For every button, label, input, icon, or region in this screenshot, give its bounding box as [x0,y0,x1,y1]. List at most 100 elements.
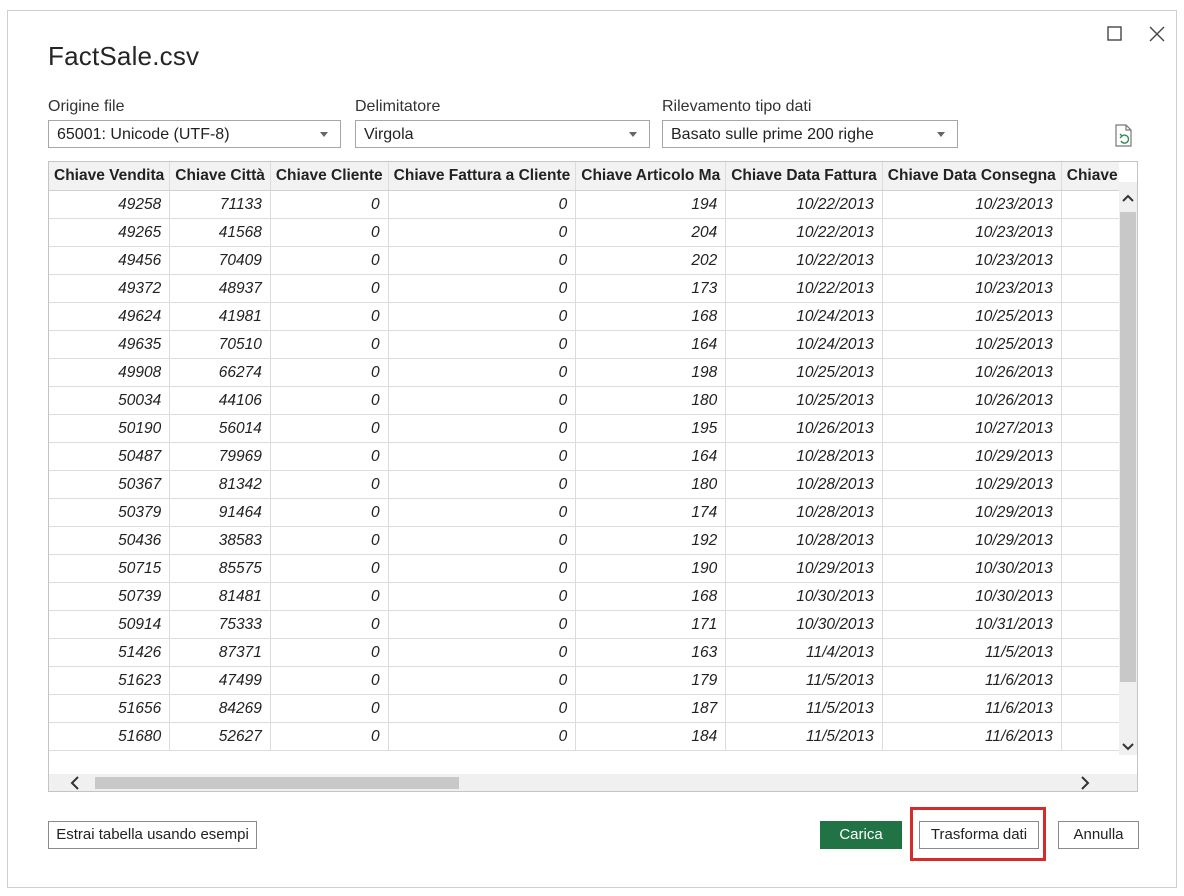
table-cell: 19 [1061,666,1119,695]
table-cell: 202 [575,246,727,275]
column-header[interactable]: Chiave Data Consegna [882,162,1062,191]
table-cell: 50739 [49,582,171,611]
table-cell: 10/30/2013 [882,554,1062,583]
table-cell: 19 [1061,694,1119,723]
table-cell: 0 [270,358,389,387]
table-cell: 10/22/2013 [725,218,883,247]
table-cell: 179 [575,666,727,695]
table-cell: 81481 [169,582,271,611]
table-cell: 81342 [169,470,271,499]
table-cell: 49908 [49,358,171,387]
table-cell: 10/23/2013 [882,190,1062,219]
table-cell: 0 [270,722,389,751]
table-cell: 10/23/2013 [882,274,1062,303]
delimiter-value: Virgola [364,126,414,143]
table-cell: 10/28/2013 [725,442,883,471]
chevron-left-icon[interactable] [67,775,83,791]
table-cell: 10/26/2013 [725,414,883,443]
table-cell: 10/29/2013 [882,526,1062,555]
table-row: 50034441060018010/25/201310/26/201385 [49,386,1119,415]
table-cell: 70409 [169,246,271,275]
column-header[interactable]: Chiave Vendita [49,162,171,191]
table-cell: 91 [1061,722,1119,751]
table-cell: 38583 [169,526,271,555]
table-cell: 174 [575,498,727,527]
table-cell: 84269 [169,694,271,723]
table-cell: 44106 [169,386,271,415]
table-cell: 195 [575,414,727,443]
delimiter-label: Delimitatore [355,98,441,115]
table-cell: 70 [1061,498,1119,527]
refresh-preview-icon[interactable] [1113,124,1135,148]
table-cell: 74 [1061,414,1119,443]
close-icon[interactable] [1146,23,1168,45]
preview-table: Chiave Vendita Chiave Città Chiave Cliente… [49,162,1119,751]
dialog-title: FactSale.csv [48,41,200,71]
table-cell: 49456 [49,246,171,275]
chevron-down-icon[interactable] [1121,739,1135,755]
vertical-scroll-thumb[interactable] [1120,212,1136,682]
table-cell: 0 [388,246,577,275]
table-row: 49624419810016810/24/201310/25/201383 [49,302,1119,331]
table-row: 50715855750019010/29/201310/30/201339 [49,554,1119,583]
column-header[interactable]: Chiave Fattura a Cliente [388,162,577,191]
table-cell: 84 [1061,638,1119,667]
table-cell: 85 [1061,386,1119,415]
table-cell: 10/29/2013 [725,554,883,583]
column-header[interactable]: Chiave Cliente [270,162,389,191]
table-cell: 70510 [169,330,271,359]
table-cell: 50367 [49,470,171,499]
table-cell: 164 [575,330,727,359]
table-cell: 0 [388,526,577,555]
vertical-scrollbar[interactable] [1119,182,1137,755]
column-header[interactable]: Chiave Articolo Ma [575,162,727,191]
table-cell: 51656 [49,694,171,723]
delimiter-select[interactable]: Virgola [355,120,650,148]
table-row: 50739814810016810/30/201310/30/201383 [49,582,1119,611]
chevron-down-icon [629,132,637,137]
table-cell: 74 [1061,610,1119,639]
chevron-right-icon[interactable] [1077,775,1093,791]
table-cell: 19 [1061,526,1119,555]
table-cell: 0 [270,526,389,555]
table-cell: 56014 [169,414,271,443]
table-cell: 10/24/2013 [725,302,883,331]
table-cell: 50190 [49,414,171,443]
file-origin-select[interactable]: 65001: Unicode (UTF-8) [48,120,341,148]
table-cell: 10/25/2013 [725,358,883,387]
extract-table-button[interactable]: Estrai tabella usando esempi [48,821,257,849]
table-cell: 10/22/2013 [725,274,883,303]
table-cell: 66274 [169,358,271,387]
table-cell: 0 [270,386,389,415]
horizontal-scroll-thumb[interactable] [95,777,459,789]
table-cell: 83 [1061,302,1119,331]
table-row: 51680526270018411/5/201311/6/201391 [49,722,1119,751]
column-header[interactable]: Chiave Città [169,162,271,191]
table-row: 51656842690018711/5/201311/6/201319 [49,694,1119,723]
table-body: 49258711330019410/22/201310/23/201386492… [49,190,1119,751]
table-cell: 86 [1061,190,1119,219]
table-cell: 49635 [49,330,171,359]
column-header[interactable]: Chiave Venditore [1061,162,1119,191]
table-cell: 49372 [49,274,171,303]
table-cell: 11/6/2013 [882,722,1062,751]
table-cell: 187 [575,694,727,723]
maximize-icon[interactable] [1104,23,1126,45]
transform-data-button[interactable]: Trasforma dati [919,821,1039,849]
table-cell: 0 [388,218,577,247]
horizontal-scrollbar[interactable] [49,774,1137,791]
table-cell: 10/29/2013 [882,498,1062,527]
table-cell: 10/28/2013 [725,470,883,499]
load-button[interactable]: Carica [820,821,902,849]
column-header[interactable]: Chiave Data Fattura [725,162,883,191]
type-detection-select[interactable]: Basato sulle prime 200 righe [662,120,958,148]
chevron-up-icon[interactable] [1121,190,1135,206]
table-cell: 173 [575,274,727,303]
table-cell: 10/30/2013 [882,582,1062,611]
table-row: 50487799690016410/28/201310/29/201319 [49,442,1119,471]
table-cell: 0 [270,218,389,247]
table-row: 49265415680020410/22/201310/23/201383 [49,218,1119,247]
cancel-button[interactable]: Annulla [1058,821,1139,849]
table-cell: 87371 [169,638,271,667]
table-cell: 190 [575,554,727,583]
